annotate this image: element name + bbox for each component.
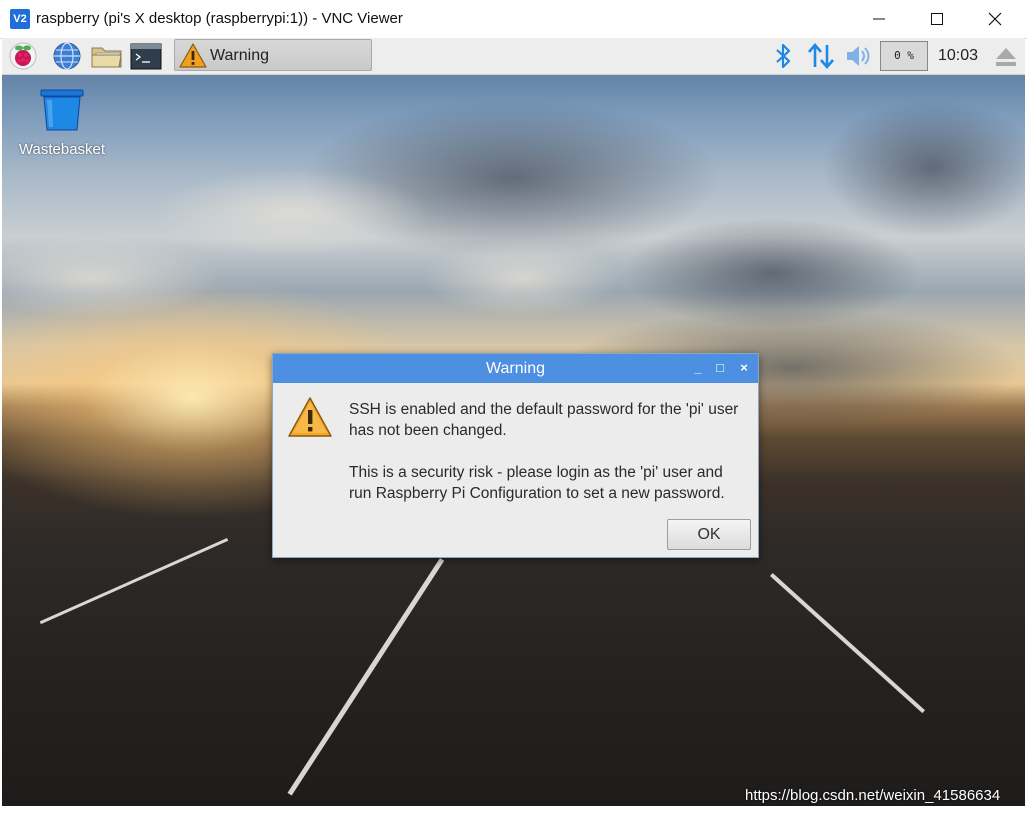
- dialog-close-button[interactable]: ×: [735, 359, 753, 377]
- terminal-icon: [130, 43, 162, 70]
- taskbar: Warning 0 % 10:03: [2, 38, 1025, 75]
- window-close-button[interactable]: [966, 0, 1024, 38]
- desktop-icon-label: Wastebasket: [18, 141, 106, 158]
- watermark-text: https://blog.csdn.net/weixin_41586634: [745, 787, 1001, 804]
- dialog-message-line-1: SSH is enabled and the default password …: [349, 401, 739, 439]
- network-transfer-icon: [808, 43, 834, 69]
- vnc-logo-icon: V2: [10, 9, 30, 29]
- dialog-maximize-button[interactable]: □: [711, 359, 729, 377]
- ok-button[interactable]: OK: [667, 519, 751, 550]
- bluetooth-button[interactable]: [770, 41, 800, 71]
- web-browser-button[interactable]: [52, 41, 82, 71]
- web-browser-icon: [53, 42, 81, 70]
- raspberry-menu-button[interactable]: [8, 41, 38, 71]
- dialog-message-line-2: This is a security risk - please login a…: [349, 464, 725, 502]
- vnc-window-titlebar: V2 raspberry (pi's X desktop (raspberryp…: [0, 0, 1027, 39]
- eject-button[interactable]: [992, 41, 1022, 71]
- dialog-minimize-button[interactable]: _: [689, 359, 707, 377]
- window-bottom-edge: [0, 806, 1027, 815]
- file-manager-icon: [91, 47, 122, 68]
- eject-icon: [996, 48, 1016, 66]
- network-button[interactable]: [806, 41, 836, 71]
- cpu-usage-monitor[interactable]: 0 %: [880, 41, 928, 71]
- dialog-message: SSH is enabled and the default password …: [349, 399, 749, 525]
- window-minimize-button[interactable]: [850, 0, 908, 38]
- window-title: raspberry (pi's X desktop (raspberrypi:1…: [36, 10, 403, 27]
- remote-desktop[interactable]: Warning 0 % 10:03 Wastebasket Warning _ …: [2, 38, 1025, 806]
- volume-button[interactable]: [844, 41, 874, 71]
- dialog-titlebar[interactable]: Warning _ □ ×: [273, 354, 758, 383]
- raspberry-menu-icon: [9, 42, 37, 70]
- file-manager-button[interactable]: [90, 41, 122, 71]
- window-maximize-button[interactable]: [908, 0, 966, 38]
- taskbar-window-label: Warning: [210, 47, 269, 64]
- taskbar-window-warning[interactable]: Warning: [174, 39, 372, 71]
- minimize-icon: [873, 18, 885, 20]
- maximize-icon: [931, 13, 943, 25]
- warning-dialog: Warning _ □ × SSH is enabled and the def…: [272, 353, 759, 558]
- warning-icon: [287, 395, 333, 444]
- clock[interactable]: 10:03: [938, 47, 978, 65]
- close-icon: [988, 12, 1002, 26]
- warning-icon: [179, 42, 207, 74]
- wastebasket-icon: [40, 89, 84, 131]
- terminal-button[interactable]: [130, 41, 162, 71]
- bluetooth-icon: [776, 43, 791, 69]
- dialog-title: Warning: [486, 360, 545, 377]
- desktop-icon-wastebasket[interactable]: Wastebasket: [12, 88, 112, 158]
- volume-icon: [847, 46, 870, 66]
